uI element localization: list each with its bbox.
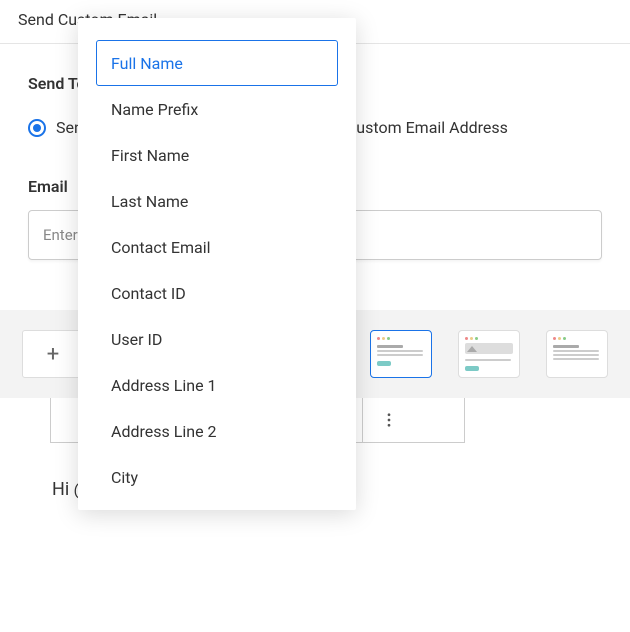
- dropdown-item-name-prefix[interactable]: Name Prefix: [96, 86, 338, 132]
- dropdown-item-user-id[interactable]: User ID: [96, 316, 338, 362]
- template-card[interactable]: [458, 330, 520, 378]
- dropdown-item-city[interactable]: City: [96, 454, 338, 500]
- toolbar-more-button[interactable]: [363, 398, 415, 442]
- more-vertical-icon: [380, 411, 398, 429]
- dropdown-item-contact-email[interactable]: Contact Email: [96, 224, 338, 270]
- dropdown-item-address-2[interactable]: Address Line 2: [96, 408, 338, 454]
- radio-icon: [28, 119, 46, 137]
- add-template-button[interactable]: +: [22, 330, 84, 378]
- template-card[interactable]: [370, 330, 432, 378]
- dropdown-item-full-name[interactable]: Full Name: [96, 40, 338, 86]
- dropdown-item-contact-id[interactable]: Contact ID: [96, 270, 338, 316]
- merge-field-dropdown: Full Name Name Prefix First Name Last Na…: [78, 18, 356, 510]
- template-card[interactable]: [546, 330, 608, 378]
- dropdown-item-address-1[interactable]: Address Line 1: [96, 362, 338, 408]
- dropdown-item-last-name[interactable]: Last Name: [96, 178, 338, 224]
- dropdown-item-first-name[interactable]: First Name: [96, 132, 338, 178]
